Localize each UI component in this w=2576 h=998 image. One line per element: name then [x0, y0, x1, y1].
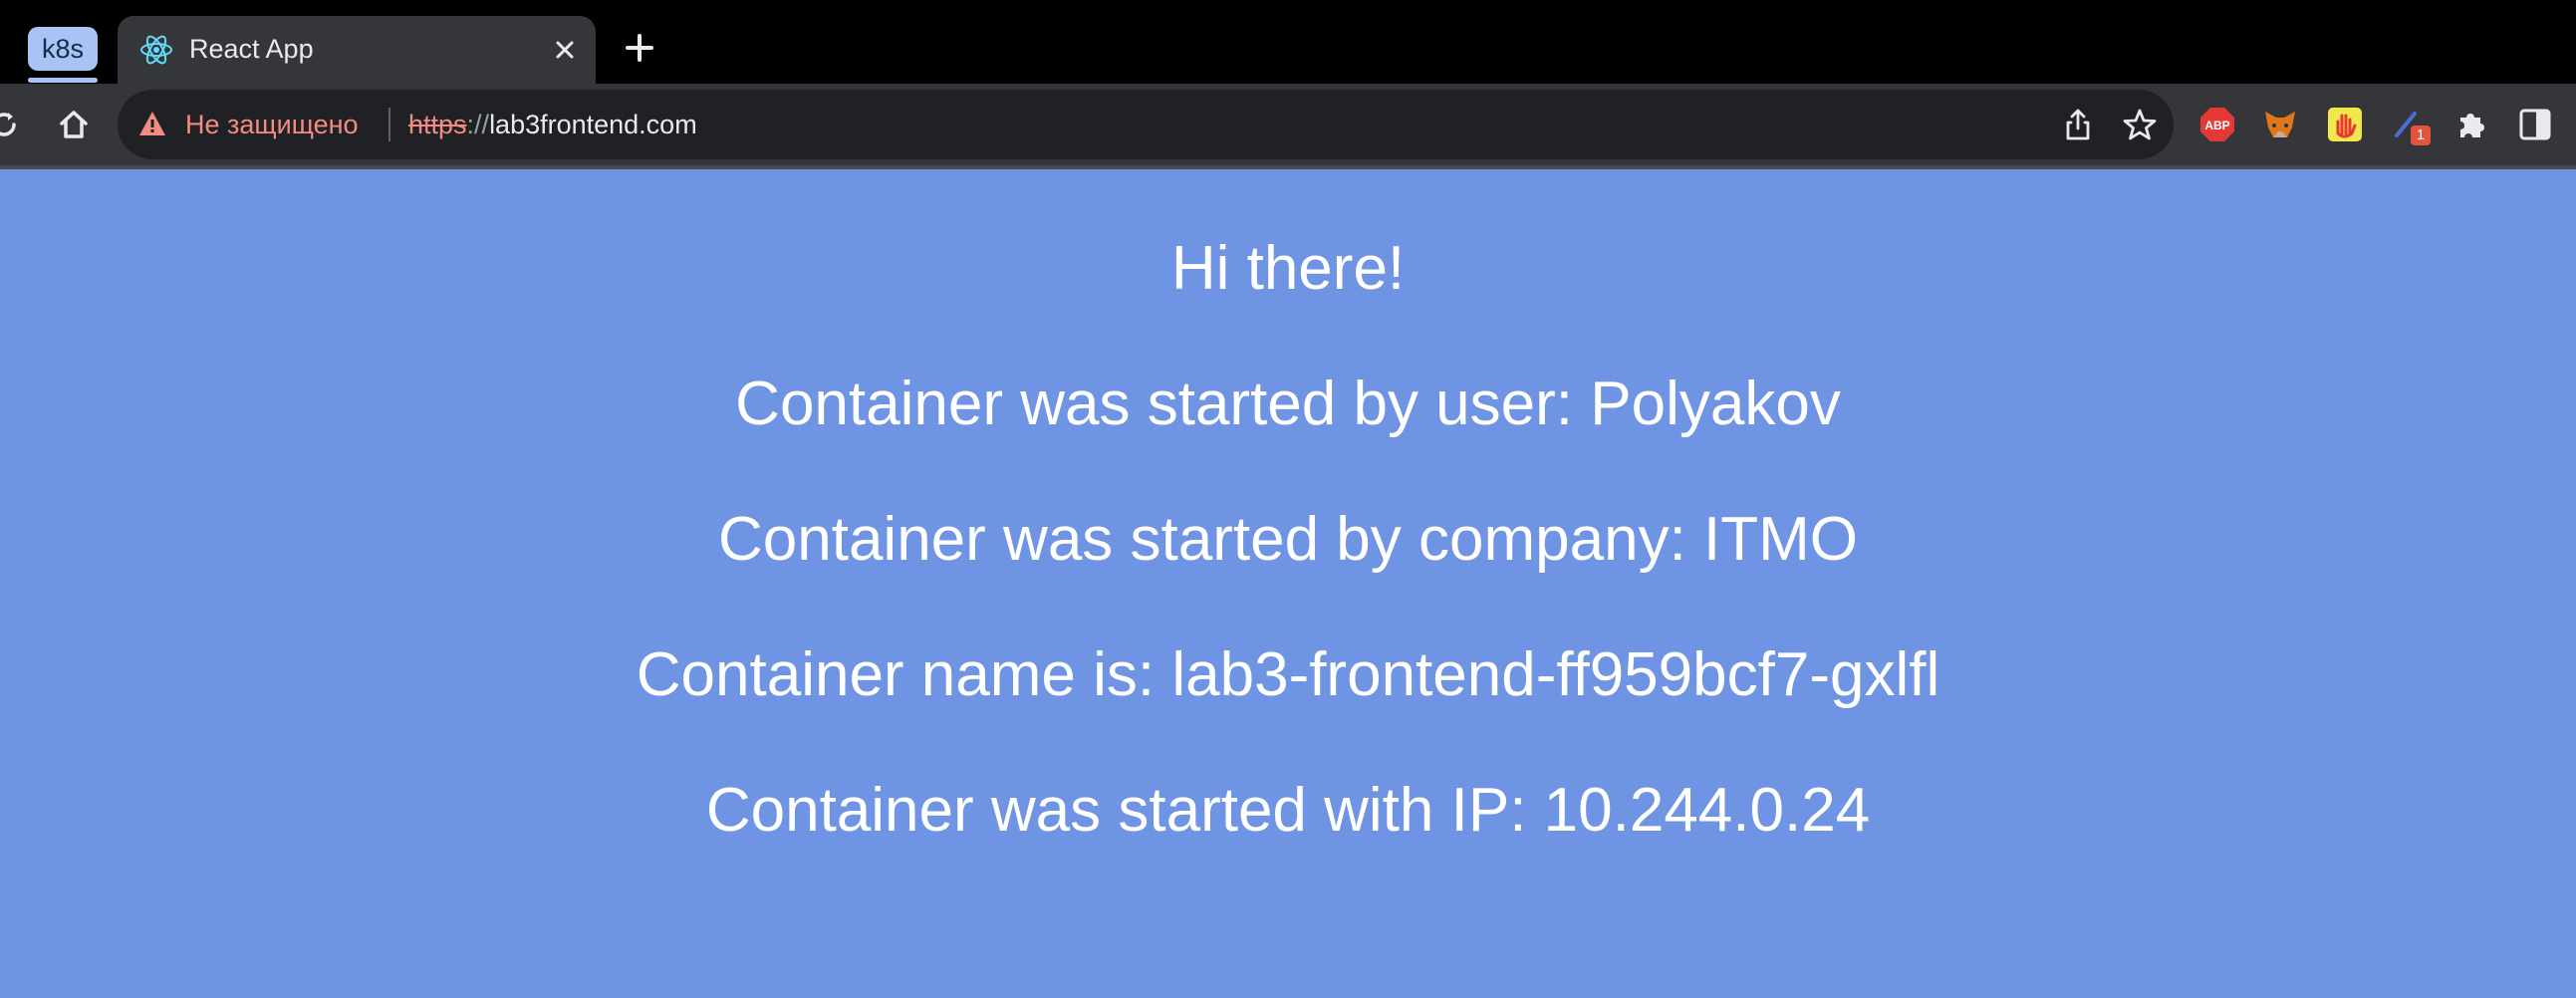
tab-react-app[interactable]: React App — [118, 16, 596, 84]
warning-icon[interactable] — [137, 109, 167, 138]
container-ip-line: Container was started with IP: 10.244.0.… — [705, 776, 1871, 845]
url-host: lab3frontend.com — [489, 110, 697, 139]
greeting-text: Hi there! — [1170, 234, 1406, 303]
tab-title: React App — [189, 34, 314, 64]
extension-badge: 1 — [2411, 125, 2431, 145]
user-line: Container was started by user: Polyakov — [735, 370, 1841, 438]
company-line: Container was started by company: ITMO — [717, 505, 1858, 574]
tab-strip: k8s React App — [0, 0, 2576, 84]
page-content: Hi there! Container was started by user:… — [0, 169, 2576, 998]
container-name-line: Container name is: lab3-frontend-ff959bc… — [636, 640, 1940, 709]
abp-label: ABP — [2204, 119, 2229, 132]
address-bar[interactable]: Не защищено https://lab3frontend.com — [118, 90, 2174, 159]
tab-group-k8s[interactable]: k8s — [28, 27, 98, 71]
react-logo-icon — [140, 35, 172, 65]
url-separator: :// — [466, 110, 490, 139]
omnibox-divider — [388, 108, 390, 141]
bookmark-star-icon[interactable] — [2122, 107, 2158, 142]
reload-icon[interactable] — [0, 107, 22, 142]
side-panel-icon[interactable] — [2516, 106, 2554, 143]
home-icon[interactable] — [56, 107, 92, 142]
url-scheme: https — [408, 110, 467, 139]
tab-group-underline — [28, 78, 98, 83]
new-tab-plus-icon[interactable] — [622, 30, 657, 66]
close-icon[interactable] — [548, 33, 582, 67]
not-secure-label[interactable]: Не защищено — [185, 107, 359, 142]
hand-extension-icon[interactable] — [2326, 106, 2364, 143]
browser-toolbar: Не защищено https://lab3frontend.com ABP… — [0, 84, 2576, 165]
metamask-icon[interactable] — [2261, 106, 2299, 143]
adblock-plus-icon[interactable]: ABP — [2198, 106, 2236, 143]
share-icon[interactable] — [2060, 107, 2096, 142]
pen-extension-icon[interactable]: 1 — [2389, 106, 2431, 145]
url-text[interactable]: https://lab3frontend.com — [408, 107, 697, 142]
puzzle-extensions-icon[interactable] — [2452, 106, 2490, 143]
